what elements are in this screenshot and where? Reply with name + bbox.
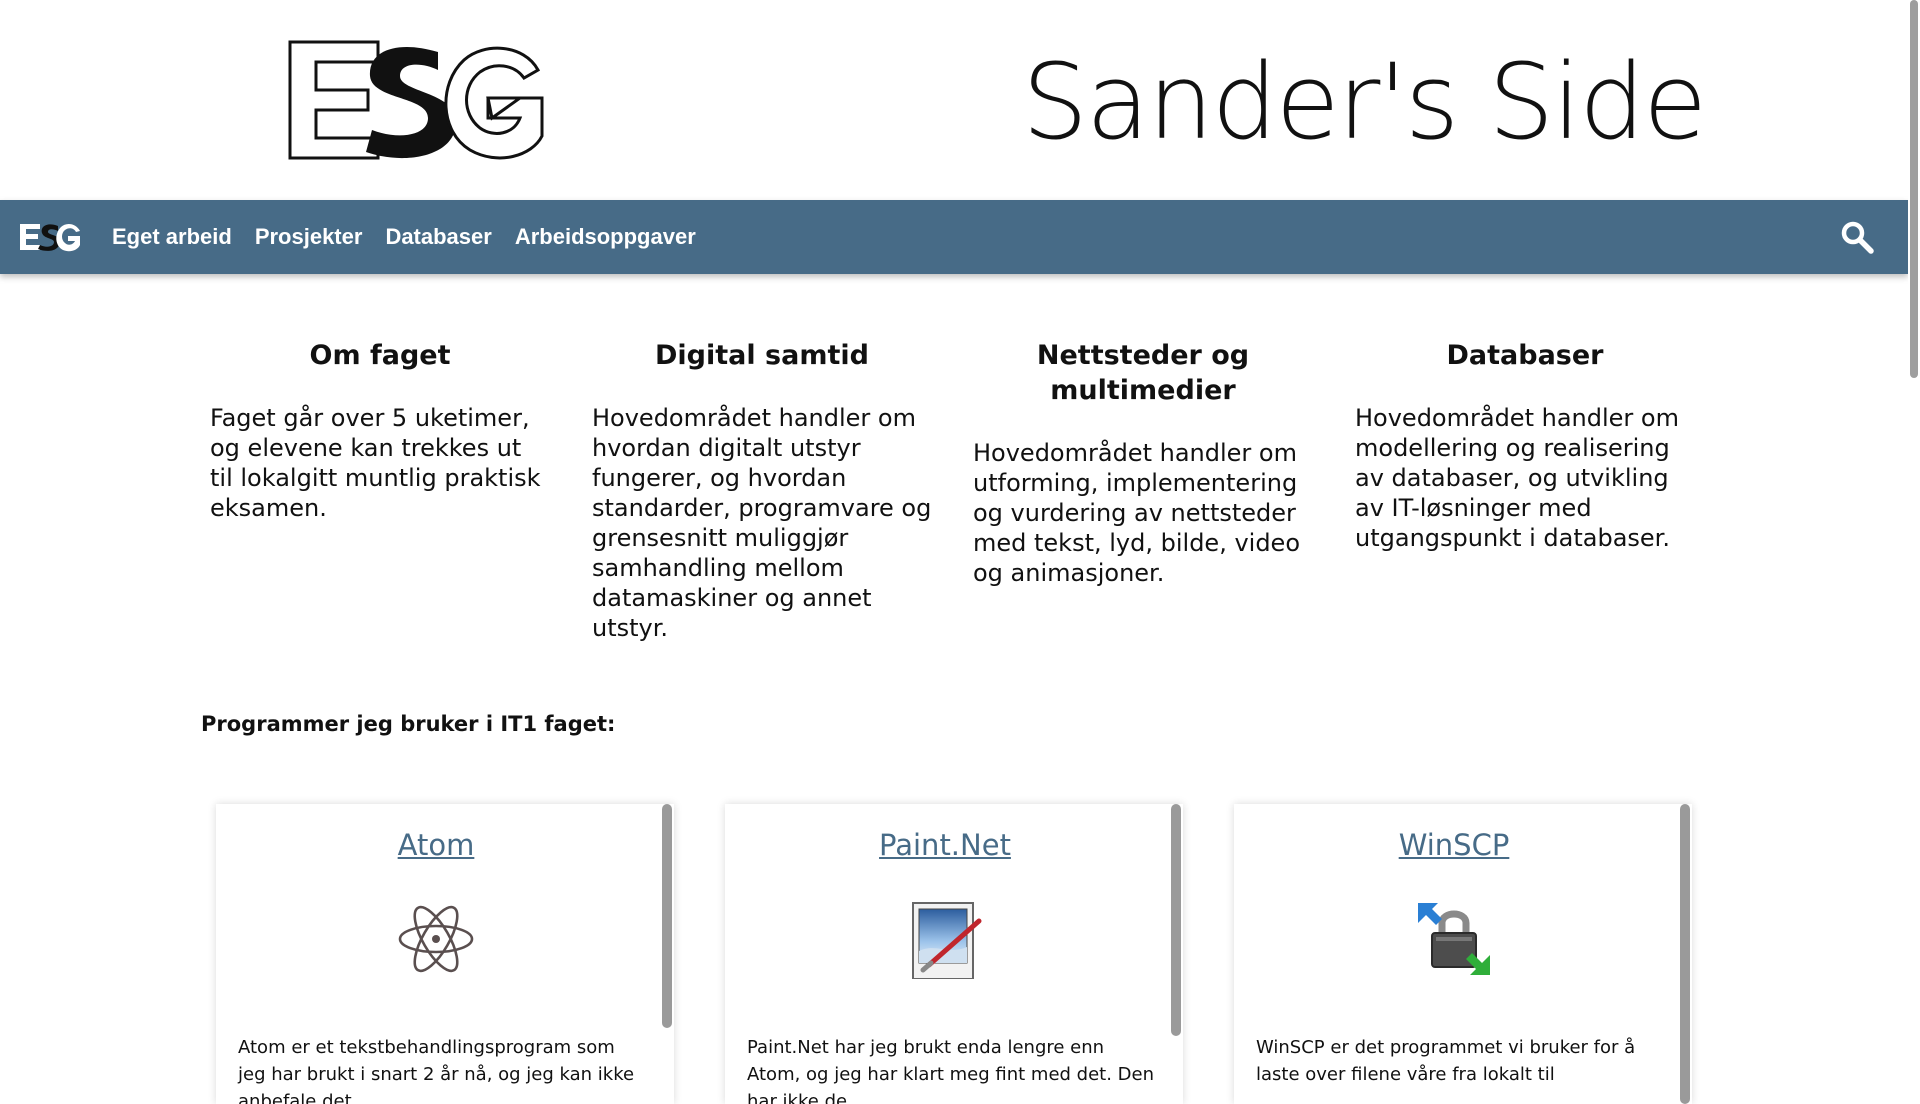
winscp-icon: [1418, 903, 1490, 975]
page-scrollbar[interactable]: [1908, 0, 1920, 1080]
nav-link-eget-arbeid[interactable]: Eget arbeid: [112, 224, 232, 250]
card-scrollbar-thumb[interactable]: [1680, 804, 1690, 1104]
site-title: Sander's Side: [1022, 41, 1707, 163]
program-card-paint-net: Paint.Net Paint.Net har jeg brukt enda l…: [725, 804, 1183, 1104]
info-om-faget: Om faget Faget går over 5 uketimer, og e…: [210, 338, 550, 523]
card-title-link[interactable]: Paint.Net: [725, 828, 1165, 862]
card-scrollbar-thumb[interactable]: [1171, 804, 1181, 1036]
nav-links: Eget arbeid Prosjekter Databaser Arbeids…: [112, 200, 696, 274]
card-title-link[interactable]: Atom: [216, 828, 656, 862]
card-scrollbar-thumb[interactable]: [662, 804, 672, 1028]
card-scrollbar[interactable]: [1678, 804, 1692, 1104]
info-title: Databaser: [1446, 340, 1604, 371]
program-card-winscp: WinSCP WinSCP er det programmet vi bruke…: [1234, 804, 1692, 1104]
site-header: Sander's Side: [0, 0, 1908, 200]
card-scrollbar[interactable]: [660, 804, 674, 1104]
card-title-link[interactable]: WinSCP: [1234, 828, 1674, 862]
card-scrollbar[interactable]: [1169, 804, 1183, 1104]
program-card-atom: Atom Atom er et tekstbehandlingsprogram …: [216, 804, 674, 1104]
nav-link-databaser[interactable]: Databaser: [385, 224, 491, 250]
search-icon[interactable]: [1840, 220, 1874, 254]
programs-heading: Programmer jeg bruker i IT1 faget:: [201, 712, 616, 736]
info-title: Digital samtid: [655, 340, 869, 371]
main-navbar: Eget arbeid Prosjekter Databaser Arbeids…: [0, 200, 1908, 274]
info-title: Om faget: [309, 340, 451, 371]
atom-icon: [398, 905, 474, 973]
info-databaser: Databaser Hovedområdet handler om modell…: [1355, 338, 1695, 553]
page-scrollbar-thumb[interactable]: [1910, 0, 1918, 378]
nav-link-arbeidsoppgaver[interactable]: Arbeidsoppgaver: [515, 224, 696, 250]
info-text: Hovedområdet handler om utforming, imple…: [973, 439, 1300, 587]
info-text: Faget går over 5 uketimer, og elevene ka…: [210, 404, 541, 522]
info-nettsteder-og-multimedier: Nettsteder og multimedier Hovedområdet h…: [973, 338, 1313, 588]
nav-link-prosjekter[interactable]: Prosjekter: [255, 224, 363, 250]
esg-nav-logo[interactable]: [18, 221, 82, 253]
paint-net-icon: [912, 902, 982, 979]
info-title: Nettsteder og multimedier: [1036, 340, 1250, 406]
card-text: Paint.Net har jeg brukt enda lengre enn …: [747, 1037, 1155, 1104]
info-digital-samtid: Digital samtid Hovedområdet handler om h…: [592, 338, 932, 643]
info-text: Hovedområdet handler om hvordan digitalt…: [592, 404, 932, 642]
card-text: Atom er et tekstbehandlingsprogram som j…: [238, 1037, 635, 1104]
info-text: Hovedområdet handler om modellering og r…: [1355, 404, 1679, 552]
esg-logo: [288, 40, 544, 160]
